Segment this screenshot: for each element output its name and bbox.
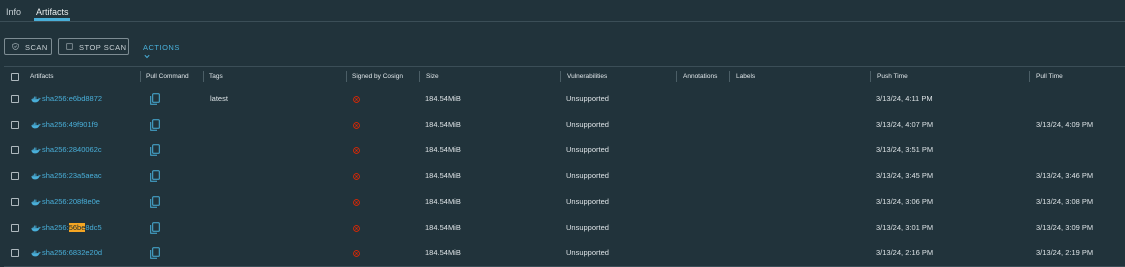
artifact-digest-link[interactable]: sha256:56be8dc5 <box>42 215 102 241</box>
artifact-digest-link[interactable]: sha256:2840062c <box>42 137 102 163</box>
size-value: 184.54MiB <box>425 94 461 103</box>
error-circle-icon <box>353 198 360 206</box>
col-artifacts[interactable]: Artifacts <box>24 67 53 86</box>
push-time-value: 3/13/24, 3:45 PM <box>876 171 934 181</box>
size-value: 184.54MiB <box>425 145 461 155</box>
error-circle-icon <box>353 147 360 155</box>
size-value: 184.54MiB <box>425 222 461 232</box>
error-circle-icon <box>353 224 360 232</box>
push-time-value: 3/13/24, 3:06 PM <box>876 196 934 206</box>
digest-search-highlight: 56be <box>68 222 86 232</box>
row-checkbox[interactable] <box>11 146 19 155</box>
size-value: 184.54MiB <box>425 171 461 181</box>
artifact-digest-link[interactable]: sha256:23a5aeac <box>42 163 102 189</box>
col-signed-by-cosign[interactable]: Signed by Cosign <box>346 67 403 86</box>
pull-time-value: 3/13/24, 3:46 PM <box>1036 171 1094 181</box>
vulnerabilities-value: Unsupported <box>566 94 609 103</box>
col-pull-time[interactable]: Pull Time <box>1030 67 1063 86</box>
actions-dropdown[interactable]: ACTIONS <box>143 43 180 61</box>
table-header: Artifacts Pull Command Tags Signed by Co… <box>4 66 1125 87</box>
copy-icon[interactable] <box>150 118 160 131</box>
docker-whale-icon <box>31 199 41 206</box>
vulnerabilities-value: Unsupported <box>566 196 609 206</box>
tab-info[interactable]: Info <box>6 7 21 17</box>
copy-icon[interactable] <box>150 247 160 259</box>
scan-button[interactable]: SCAN <box>4 38 52 55</box>
copy-icon[interactable] <box>150 144 160 157</box>
row-checkbox[interactable] <box>11 172 19 181</box>
tab-artifacts[interactable]: Artifacts <box>36 7 69 17</box>
pull-time-value: 3/13/24, 3:09 PM <box>1036 222 1094 232</box>
push-time-value: 3/13/24, 3:01 PM <box>876 222 934 232</box>
vulnerabilities-value: Unsupported <box>566 222 609 232</box>
row-checkbox[interactable] <box>11 95 19 103</box>
artifact-digest-link[interactable]: sha256:208f8e0e <box>42 189 100 215</box>
digest-suffix: 8dc5 <box>85 222 102 232</box>
col-labels[interactable]: Labels <box>730 67 755 86</box>
actions-label: ACTIONS <box>143 43 180 52</box>
vulnerabilities-value: Unsupported <box>566 248 609 258</box>
artifact-digest-link[interactable]: sha256:e6bd8872 <box>42 86 102 112</box>
col-tags[interactable]: Tags <box>203 67 223 86</box>
select-all-checkbox[interactable] <box>11 73 19 81</box>
docker-whale-icon <box>31 96 41 103</box>
docker-whale-icon <box>31 148 41 154</box>
docker-whale-icon <box>31 225 41 231</box>
chevron-down-icon <box>144 54 150 59</box>
row-checkbox[interactable] <box>11 249 19 258</box>
pull-time-value: 3/13/24, 3:08 PM <box>1036 196 1094 206</box>
col-annotations[interactable]: Annotations <box>677 67 717 86</box>
table-row[interactable]: sha256:208f8e0e 184.54MiB Unsupported 3/… <box>4 188 1125 216</box>
tab-bar: Info Artifacts <box>0 0 1125 22</box>
stop-square-icon <box>66 43 73 50</box>
table-row[interactable]: sha256:49f901f9 184.54MiB Unsupported 3/… <box>4 111 1125 139</box>
error-circle-icon <box>353 96 360 103</box>
push-time-value: 3/13/24, 2:16 PM <box>876 248 934 258</box>
error-circle-icon <box>353 121 360 129</box>
tag-value: latest <box>210 94 228 103</box>
pull-time-value: 3/13/24, 4:09 PM <box>1036 119 1094 129</box>
scan-label: SCAN <box>25 43 48 52</box>
push-time-value: 3/13/24, 3:51 PM <box>876 145 934 155</box>
table-row[interactable]: sha256:23a5aeac 184.54MiB Unsupported 3/… <box>4 163 1125 191</box>
stop-scan-label: STOP SCAN <box>79 43 127 52</box>
table-row[interactable]: sha256:e6bd8872 latest 184.54MiB Unsuppo… <box>4 86 1125 113</box>
vulnerabilities-value: Unsupported <box>566 171 609 181</box>
active-tab-indicator <box>34 18 70 21</box>
row-checkbox[interactable] <box>11 223 19 232</box>
col-pull-command[interactable]: Pull Command <box>140 67 189 86</box>
error-circle-icon <box>353 173 360 180</box>
stop-scan-button[interactable]: STOP SCAN <box>58 38 129 55</box>
error-circle-icon <box>353 250 360 258</box>
artifact-digest-link[interactable]: sha256:49f901f9 <box>42 112 98 138</box>
push-time-value: 3/13/24, 4:11 PM <box>876 94 933 103</box>
copy-icon[interactable] <box>150 195 160 208</box>
size-value: 184.54MiB <box>425 196 461 206</box>
row-checkbox[interactable] <box>11 120 19 129</box>
docker-whale-icon <box>31 122 41 129</box>
col-vulnerabilities[interactable]: Vulnerabilities <box>561 67 607 86</box>
copy-icon[interactable] <box>150 93 160 105</box>
artifact-digest-link[interactable]: sha256:6832e20d <box>42 240 102 266</box>
docker-whale-icon <box>31 173 41 180</box>
size-value: 184.54MiB <box>425 248 461 258</box>
col-size[interactable]: Size <box>420 67 439 86</box>
docker-whale-icon <box>31 250 41 257</box>
row-checkbox[interactable] <box>11 197 19 206</box>
digest-prefix: sha256: <box>42 222 69 232</box>
pull-time-value: 3/13/24, 2:19 PM <box>1036 248 1094 258</box>
table-row[interactable]: sha256:56be8dc5 184.54MiB Unsupported 3/… <box>4 214 1125 242</box>
table-row[interactable]: sha256:2840062c 184.54MiB Unsupported 3/… <box>4 137 1125 165</box>
copy-icon[interactable] <box>150 221 160 234</box>
vulnerabilities-value: Unsupported <box>566 145 609 155</box>
vulnerabilities-value: Unsupported <box>566 119 609 129</box>
shield-check-icon <box>12 43 19 50</box>
size-value: 184.54MiB <box>425 119 461 129</box>
col-push-time[interactable]: Push Time <box>871 67 908 86</box>
copy-icon[interactable] <box>150 170 160 182</box>
push-time-value: 3/13/24, 4:07 PM <box>876 119 934 129</box>
